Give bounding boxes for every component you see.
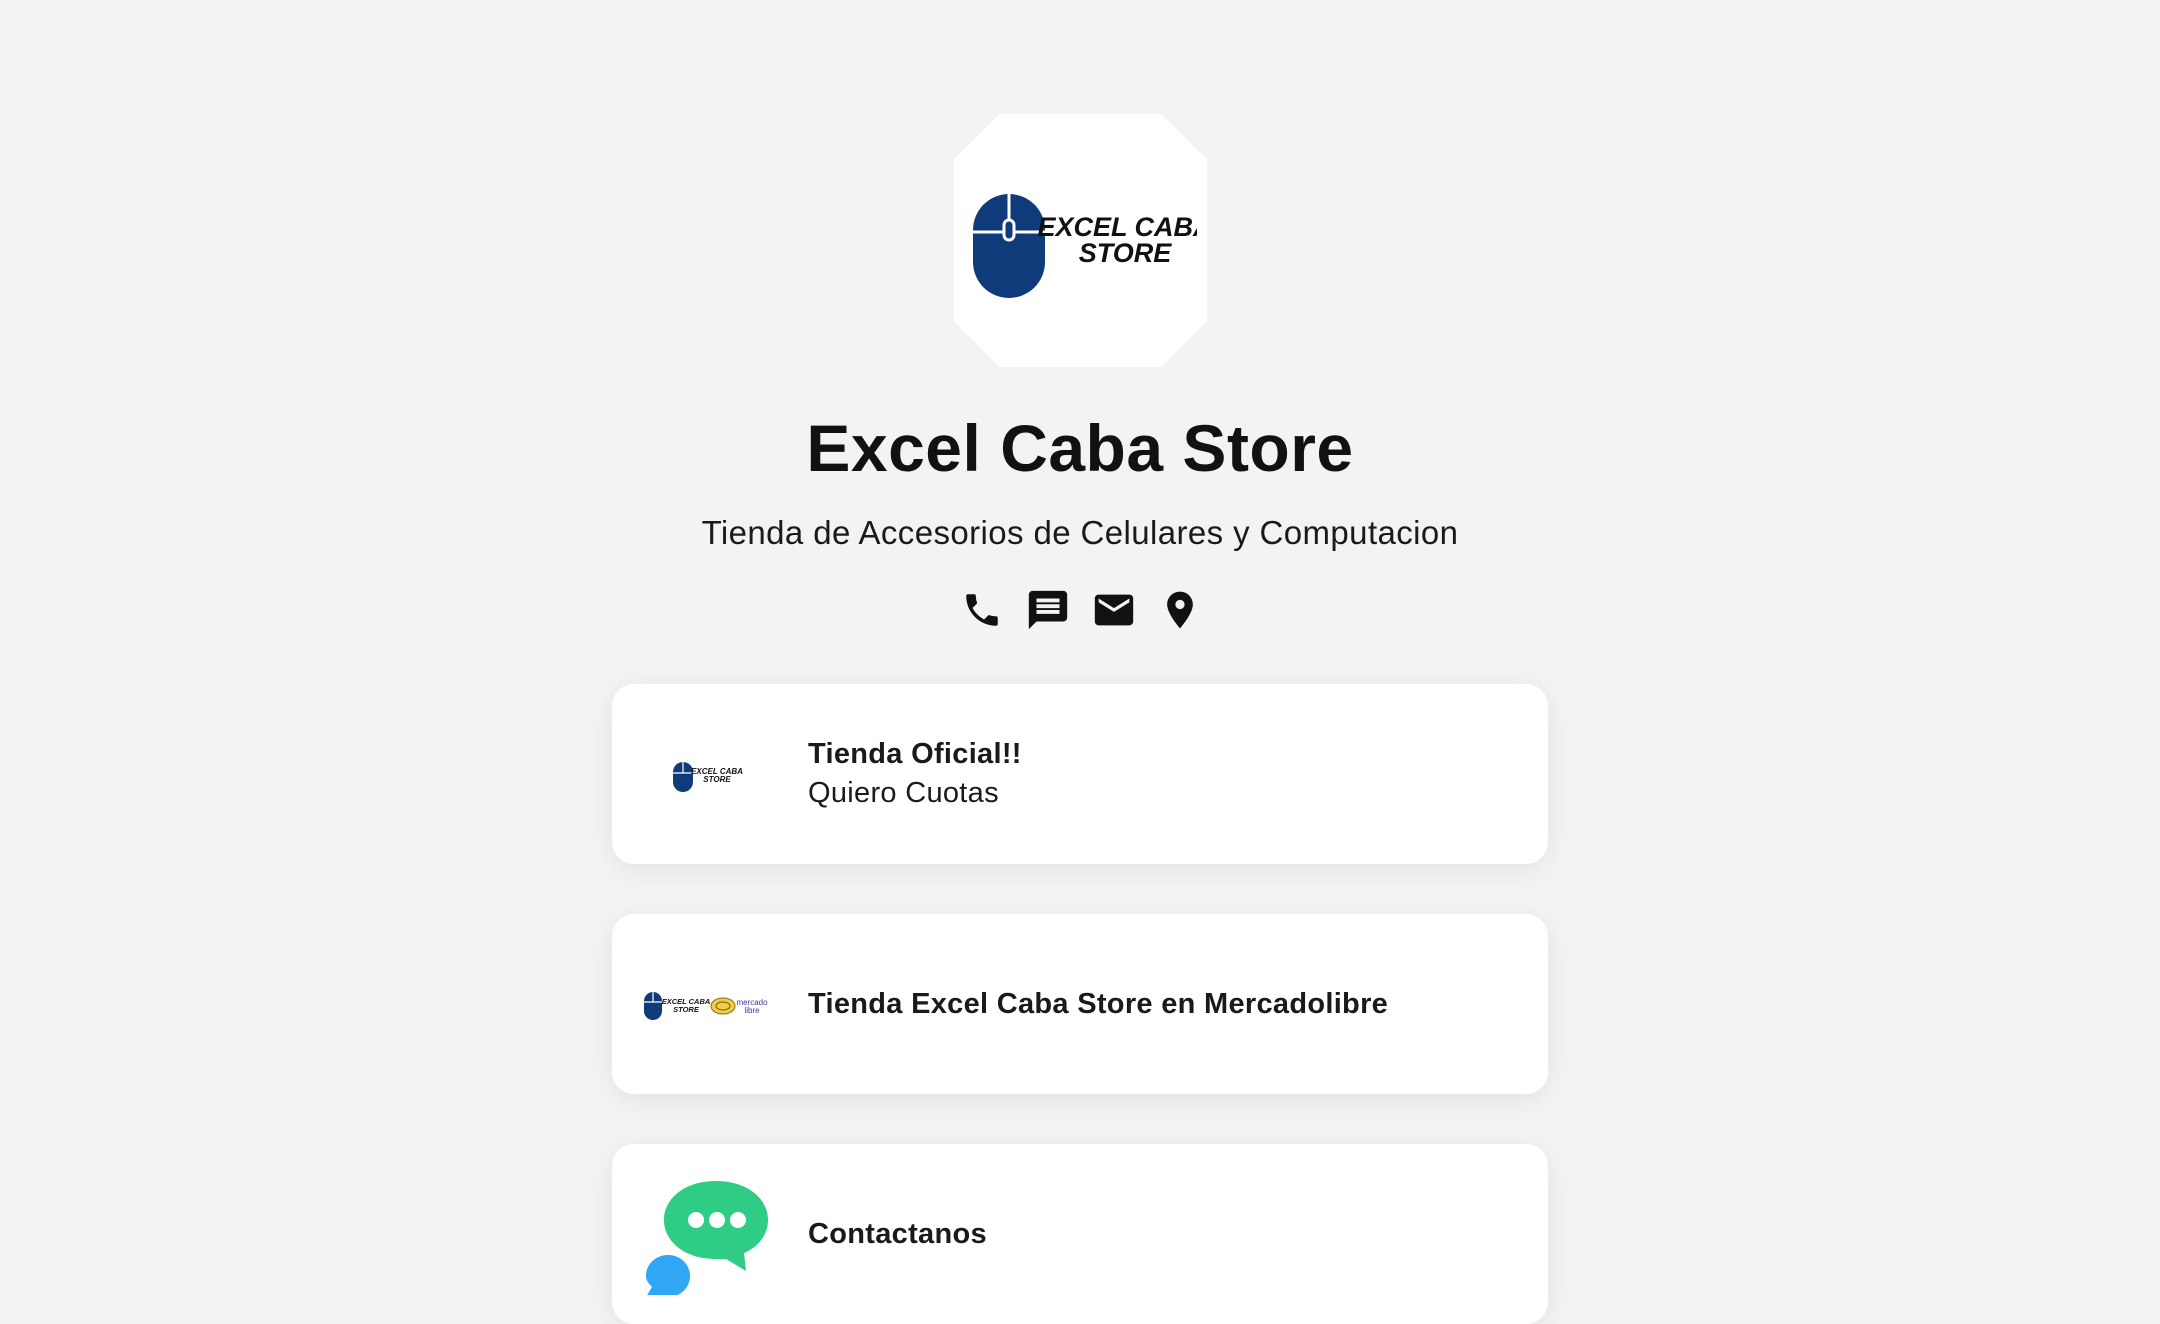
link-card-tienda-oficial[interactable]: EXCEL CABA STORE Tienda Oficial!! Quiero… <box>612 684 1548 864</box>
link-text: Tienda Excel Caba Store en Mercadolibre <box>808 914 1388 1094</box>
excel-caba-store-logo: EXCEL CABA STORE <box>973 194 1197 298</box>
email-icon[interactable] <box>1088 584 1140 636</box>
sms-icon[interactable] <box>1022 584 1074 636</box>
link-text: Tienda Oficial!! Quiero Cuotas <box>808 684 1022 864</box>
social-icons-row <box>956 584 1206 636</box>
phone-icon[interactable] <box>956 584 1008 636</box>
link-thumbnail: EXCEL CABA STORE <box>640 710 780 838</box>
link-thumbnail: EXCEL CABA STORE mercado libre <box>640 940 780 1068</box>
link-text: Contactanos <box>808 1144 987 1324</box>
logo-text-line2: STORE <box>1079 238 1173 268</box>
location-pin-icon[interactable] <box>1154 584 1206 636</box>
link-card-mercadolibre[interactable]: EXCEL CABA STORE mercado libre Tienda Ex… <box>612 914 1548 1094</box>
profile-description: Tienda de Accesorios de Celulares y Comp… <box>701 514 1459 551</box>
excel-caba-mercadolibre-logo: EXCEL CABA STORE mercado libre <box>644 992 768 1020</box>
thumb-text-line4: libre <box>744 1006 760 1015</box>
link-title: Tienda Excel Caba Store en Mercadolibre <box>808 987 1389 1020</box>
link-subtitle: Quiero Cuotas <box>808 777 999 809</box>
profile-name: Excel Caba Store <box>806 411 1354 485</box>
link-card-contactanos[interactable]: Contactanos <box>612 1144 1548 1324</box>
linktree-page: EXCEL CABA STORE Excel Caba Store Tienda… <box>0 0 2160 1324</box>
chat-bubbles-icon <box>646 1181 768 1295</box>
link-thumbnail <box>640 1170 780 1298</box>
profile-avatar: EXCEL CABA STORE <box>954 114 1207 367</box>
thumb-logo-text-line2: STORE <box>703 775 731 784</box>
excel-caba-store-logo: EXCEL CABA STORE <box>673 762 743 792</box>
link-title: Tienda Oficial!! <box>808 738 1022 770</box>
thumb-text-line2: STORE <box>673 1005 700 1014</box>
link-title: Contactanos <box>808 1217 987 1250</box>
